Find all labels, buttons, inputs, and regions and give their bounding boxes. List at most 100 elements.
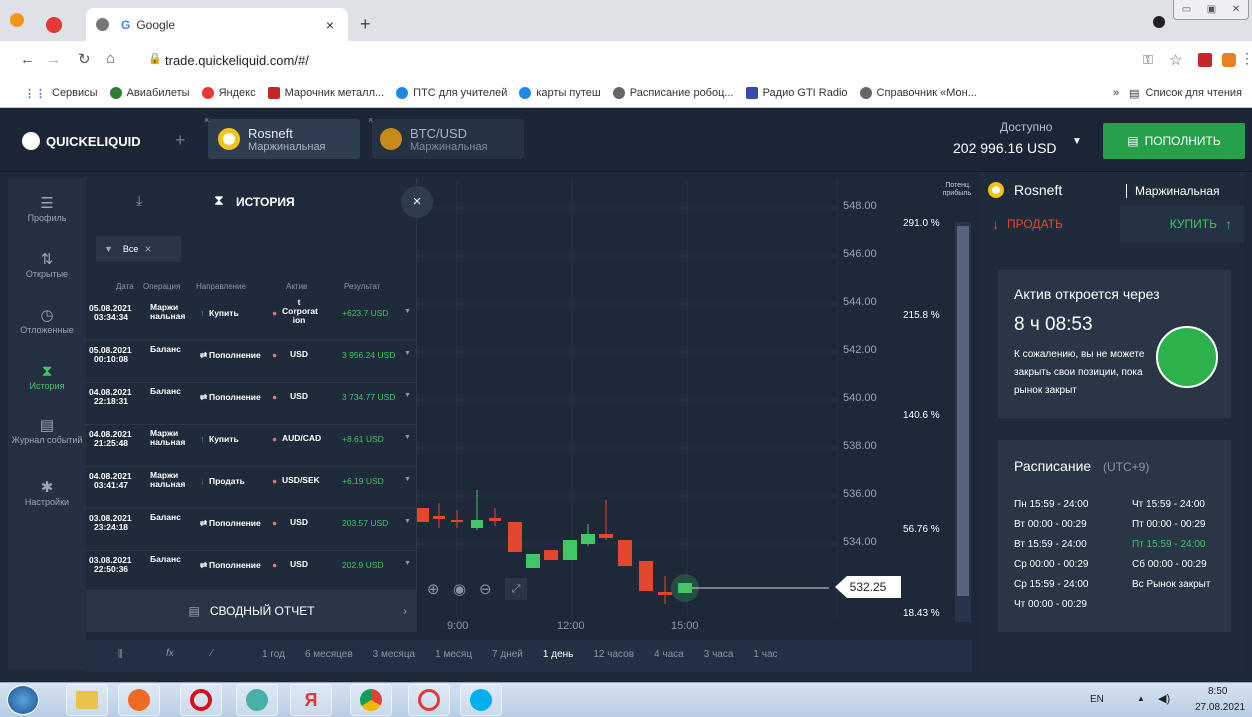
language-indicator[interactable]: EN xyxy=(1090,694,1104,705)
bookmark-item[interactable]: Авиабилеты xyxy=(109,87,190,99)
filter-chip[interactable]: ▼ Все × xyxy=(96,236,181,262)
download-icon[interactable]: ⤓ xyxy=(136,192,142,209)
sidebar-item-history[interactable]: ⧗ История xyxy=(8,363,86,391)
table-row[interactable]: 05.08.2021 03:34:34 Маржи нальная ↑ Купи… xyxy=(86,296,417,341)
metamask-icon[interactable] xyxy=(1222,53,1236,67)
bookmark-item[interactable]: карты путеш xyxy=(519,87,601,99)
taskbar-skype[interactable] xyxy=(460,684,502,716)
table-row[interactable]: 04.08.2021 21:25:48 Маржи нальная ↑ Купи… xyxy=(86,422,417,467)
table-row[interactable]: 04.08.2021 03:41:47 Маржи нальная ↓ Прод… xyxy=(86,464,417,509)
close-icon[interactable]: × xyxy=(326,17,334,33)
timeframe-option[interactable]: 12 часов xyxy=(593,649,634,660)
browser-logo-icon[interactable] xyxy=(10,13,24,27)
bookmark-item[interactable]: ПТС для учителей xyxy=(396,87,507,99)
timeframe-option[interactable]: 3 месяца xyxy=(373,649,415,660)
chevron-down-icon[interactable]: ▼ xyxy=(1072,136,1082,147)
table-row[interactable]: 03.08.2021 23:24:18 Баланс ⇄ Пополнение … xyxy=(86,506,417,551)
buy-button[interactable]: КУПИТЬ ↑ xyxy=(1120,206,1244,242)
reading-list-icon[interactable]: ▤ xyxy=(1129,87,1139,100)
table-row[interactable]: 04.08.2021 22:18:31 Баланс ⇄ Пополнение … xyxy=(86,380,417,425)
chevron-down-icon[interactable]: ▼ xyxy=(404,392,411,399)
bookmarks-more[interactable]: » xyxy=(1113,87,1119,99)
add-asset-tab-button[interactable]: + xyxy=(175,130,186,151)
brush-icon[interactable]: ⁄ xyxy=(211,648,213,659)
close-tab-icon[interactable]: × xyxy=(368,115,373,125)
home-icon[interactable]: ⌂ xyxy=(106,50,115,67)
timeframe-option[interactable]: 1 месяц xyxy=(435,649,472,660)
profile-icon[interactable] xyxy=(1153,16,1165,28)
browser-tab-google[interactable]: G Google × xyxy=(86,8,348,41)
pdf-extension-icon[interactable] xyxy=(1198,53,1212,67)
timeframe-option[interactable]: 6 месяцев xyxy=(305,649,353,660)
fullscreen-icon[interactable]: ⤢ xyxy=(505,578,527,600)
close-history-button[interactable]: × xyxy=(401,186,433,218)
clear-filter-icon[interactable]: × xyxy=(144,242,151,256)
timeframe-option[interactable]: 1 час xyxy=(753,649,777,660)
asset-tab-rosneft[interactable]: × Rosneft Маржинальная xyxy=(204,115,360,159)
browser-tab-quickeliquid[interactable] xyxy=(34,8,84,41)
table-row[interactable]: 03.08.2021 22:50:36 Баланс ⇄ Пополнение … xyxy=(86,548,417,593)
sell-button[interactable]: ↓ ПРОДАТЬ xyxy=(980,206,1120,242)
reload-icon[interactable]: ↻ xyxy=(78,50,91,68)
new-tab-button[interactable]: + xyxy=(360,14,371,35)
taskbar-yandex-browser[interactable] xyxy=(408,684,450,716)
apps-icon[interactable]: ⋮⋮ xyxy=(24,87,46,100)
taskbar-app[interactable] xyxy=(236,684,278,716)
timeframe-option[interactable]: 4 часа xyxy=(654,649,684,660)
clock-time[interactable]: 8:50 xyxy=(1208,686,1227,697)
url-field[interactable]: trade.quickeliquid.com/#/ xyxy=(165,53,309,68)
sidebar-item-pending[interactable]: ◷ Отложенные xyxy=(8,306,86,335)
price-chart[interactable]: 548.00 546.00 544.00 542.00 540.00 538.0… xyxy=(417,178,972,632)
sidebar-item-events[interactable]: ▤ Журнал событий xyxy=(8,416,86,445)
forward-icon[interactable]: → xyxy=(46,51,61,68)
taskbar-yandex[interactable]: Я xyxy=(290,684,332,716)
chevron-down-icon[interactable]: ▼ xyxy=(404,308,411,315)
bookmark-item[interactable]: Расписание робоц... xyxy=(612,87,734,99)
deposit-button[interactable]: ▤ ПОПОЛНИТЬ xyxy=(1103,123,1245,159)
zoom-in-icon[interactable]: ⊕ xyxy=(427,580,440,598)
target-icon[interactable]: ◉ xyxy=(453,580,466,598)
close-tab-icon[interactable]: × xyxy=(204,115,209,125)
volume-icon[interactable]: ◀) xyxy=(1158,692,1170,705)
menu-dots-icon[interactable]: ⋮ xyxy=(1240,50,1252,67)
zoom-out-icon[interactable]: ⊖ xyxy=(479,580,492,598)
taskbar-opera[interactable] xyxy=(180,684,222,716)
bookmark-item[interactable]: Справочник «Мон... xyxy=(859,87,977,99)
start-button-icon[interactable] xyxy=(7,685,39,715)
taskbar-firefox[interactable] xyxy=(118,684,160,716)
chevron-down-icon[interactable]: ▼ xyxy=(404,350,411,357)
close-window-icon[interactable]: ✕ xyxy=(1232,4,1240,15)
taskbar-chrome[interactable] xyxy=(350,684,392,716)
summary-report-button[interactable]: ▤ СВОДНЫЙ ОТЧЕТ › xyxy=(86,590,417,632)
sidebar-item-profile[interactable]: ☰ Профиль xyxy=(8,194,86,223)
function-icon[interactable]: fx xyxy=(166,648,174,659)
sidebar-item-settings[interactable]: ✱ Настройки xyxy=(8,478,86,507)
balance-value[interactable]: 202 996.16 USD xyxy=(953,140,1057,156)
bookmark-item[interactable]: Марочник металл... xyxy=(267,87,384,99)
chevron-down-icon[interactable]: ▼ xyxy=(404,518,411,525)
candles-type-icon[interactable]: ⫼ xyxy=(118,649,123,660)
logo-text[interactable]: QUICKELIQUID xyxy=(46,134,141,149)
star-icon[interactable]: ☆ xyxy=(1169,51,1182,69)
timeframe-option[interactable]: 7 дней xyxy=(492,649,523,660)
chevron-down-icon[interactable]: ▼ xyxy=(404,476,411,483)
back-icon[interactable]: ← xyxy=(20,51,35,68)
taskbar-explorer[interactable] xyxy=(66,684,108,716)
timeframe-option[interactable]: 1 год xyxy=(262,649,285,660)
reading-list[interactable]: Список для чтения xyxy=(1146,87,1242,99)
table-row[interactable]: 05.08.2021 00:10:08 Баланс ⇄ Пополнение … xyxy=(86,338,417,383)
bookmark-item[interactable]: Яндекс xyxy=(201,87,256,99)
sidebar-item-open[interactable]: ⇅ Открытые xyxy=(8,250,86,279)
minimize-icon[interactable]: ▭ xyxy=(1182,4,1191,15)
clock-date[interactable]: 27.08.2021 xyxy=(1195,702,1245,713)
bookmark-item[interactable]: Радио GTI Radio xyxy=(745,87,848,99)
timeframe-option[interactable]: 1 день xyxy=(543,649,573,660)
tray-arrow-icon[interactable]: ▲ xyxy=(1137,694,1145,703)
chevron-down-icon[interactable]: ▼ xyxy=(404,560,411,567)
timeframe-option[interactable]: 3 часа xyxy=(704,649,734,660)
chevron-down-icon[interactable]: ▼ xyxy=(404,434,411,441)
maximize-icon[interactable]: ▣ xyxy=(1207,4,1216,15)
key-icon[interactable]: ⚿ xyxy=(1143,52,1153,68)
bookmark-item[interactable]: Сервисы xyxy=(52,87,98,99)
asset-tab-btcusd[interactable]: × BTC/USD Маржинальная xyxy=(368,115,524,159)
